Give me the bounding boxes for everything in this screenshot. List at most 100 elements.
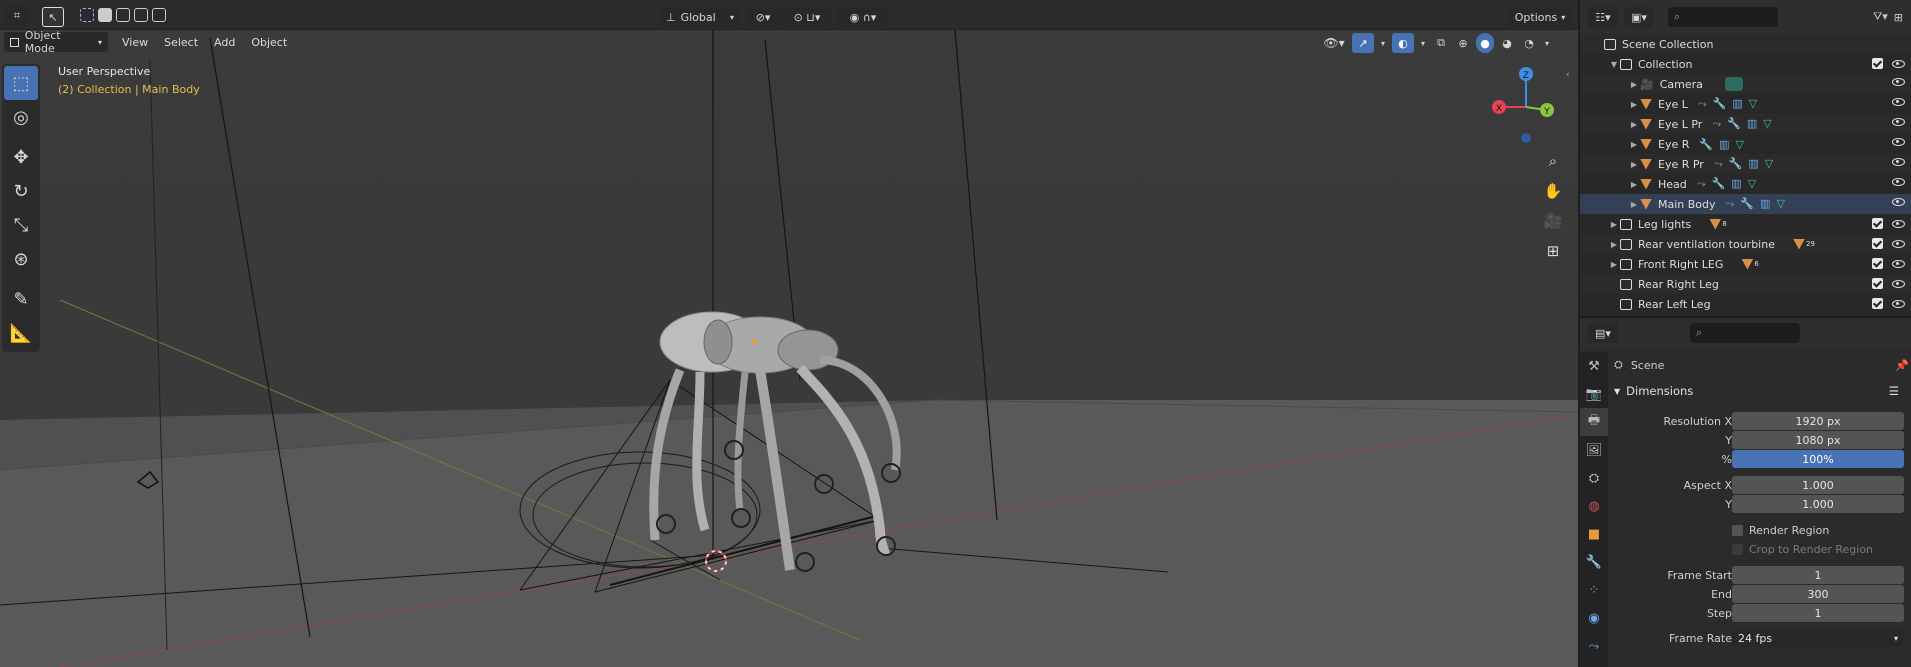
tab-render[interactable]: 📷 — [1580, 380, 1608, 408]
filter-icon[interactable]: ⛛▾ — [1873, 10, 1888, 24]
outliner-collection[interactable]: ▼ Collection — [1580, 54, 1911, 74]
exclude-checkbox[interactable] — [1872, 258, 1883, 269]
outliner-editor-type-icon[interactable]: ☷▾ — [1588, 7, 1618, 27]
mode-invert-icon[interactable] — [134, 8, 148, 22]
mode-new-icon[interactable] — [80, 8, 94, 22]
expand-arrow-icon[interactable]: ▶ — [1628, 200, 1640, 209]
editor-type-button[interactable]: ⌗ — [4, 6, 30, 26]
eye-icon[interactable] — [1892, 59, 1905, 68]
outliner-item-eye-r-pr[interactable]: ▶ Eye R Pr ⤳ 🔧 ▥ ▽ — [1580, 154, 1911, 174]
chevron-down-icon[interactable]: ▾ — [1418, 33, 1428, 53]
outliner-item-main-body[interactable]: ▶ Main Body ⤳ 🔧 ▥ ▽ — [1580, 194, 1911, 214]
snap-dropdown[interactable]: ⊙ ⊔▾ — [782, 7, 832, 27]
eye-icon[interactable] — [1892, 259, 1905, 268]
camera-view-button[interactable]: 🎥 — [1540, 208, 1566, 234]
eye-icon[interactable] — [1892, 219, 1905, 228]
aspect-x-field[interactable]: 1.000 — [1732, 476, 1904, 494]
outliner-collection-rear-right-leg[interactable]: Rear Right Leg — [1580, 274, 1911, 294]
outliner-collection-rear-ventilation[interactable]: ▶ Rear ventilation tourbine 29 — [1580, 234, 1911, 254]
menu-add[interactable]: Add — [206, 31, 243, 53]
pan-button[interactable]: ✋ — [1540, 178, 1566, 204]
mode-extend-icon[interactable] — [98, 8, 112, 22]
material-shading-icon[interactable]: ◕ — [1498, 33, 1516, 53]
rendered-shading-icon[interactable]: ◔ — [1520, 33, 1538, 53]
eye-icon[interactable] — [1892, 198, 1905, 206]
exclude-checkbox[interactable] — [1872, 58, 1883, 69]
outliner-collection-rear-left-leg[interactable]: Rear Left Leg — [1580, 294, 1911, 314]
annotate-tool-button[interactable]: ✎ — [4, 282, 38, 316]
exclude-checkbox[interactable] — [1872, 218, 1883, 229]
render-region-checkbox[interactable] — [1732, 524, 1743, 536]
new-collection-icon[interactable]: ⊞ — [1894, 11, 1903, 24]
overlay-toggle-icon[interactable]: ◐ — [1392, 33, 1414, 53]
pin-icon[interactable]: 📌 — [1895, 359, 1909, 372]
proportional-editing-dropdown[interactable]: ◉ ∩▾ — [838, 7, 888, 27]
frame-step-field[interactable]: 1 — [1732, 604, 1904, 622]
outliner-scene-collection[interactable]: Scene Collection — [1580, 34, 1911, 54]
eye-icon[interactable] — [1892, 158, 1905, 166]
menu-view[interactable]: View — [114, 31, 156, 53]
expand-arrow-icon[interactable]: ▶ — [1628, 100, 1640, 109]
chevron-down-icon[interactable]: ▾ — [1378, 33, 1388, 53]
frame-start-field[interactable]: 1 — [1732, 566, 1904, 584]
visibility-icon[interactable]: 👁▾ — [1320, 33, 1348, 53]
resolution-y-field[interactable]: 1080 px — [1732, 431, 1904, 449]
transform-tool-button[interactable]: ⊛ — [4, 242, 38, 276]
outliner-item-eye-l-pr[interactable]: ▶ Eye L Pr ⤳ 🔧 ▥ ▽ — [1580, 114, 1911, 134]
tab-tool[interactable]: ⚒ — [1580, 352, 1608, 380]
rotate-tool-button[interactable]: ↻ — [4, 174, 38, 208]
expand-arrow-icon[interactable]: ▶ — [1628, 80, 1640, 89]
frame-end-field[interactable]: 300 — [1732, 585, 1904, 603]
solid-shading-icon[interactable]: ● — [1476, 33, 1494, 53]
eye-icon[interactable] — [1892, 138, 1905, 146]
expand-arrow-icon[interactable]: ▶ — [1628, 180, 1640, 189]
frame-rate-dropdown[interactable]: 24 fps ▾ — [1732, 629, 1904, 647]
eye-icon[interactable] — [1892, 118, 1905, 126]
chevron-down-icon[interactable]: ▾ — [1542, 33, 1552, 53]
dimensions-panel-header[interactable]: ▼ Dimensions ☰ — [1614, 380, 1911, 402]
wireframe-shading-icon[interactable]: ⊕ — [1454, 33, 1472, 53]
exclude-checkbox[interactable] — [1872, 238, 1883, 249]
collapse-arrow-icon[interactable]: ▼ — [1608, 60, 1620, 69]
3d-viewport[interactable]: ⌗ ↖ ⊥ Global ▾ ⊘▾ ⊙ ⊔▾ ◉ ∩▾ Options ▾ Obj… — [0, 0, 1578, 667]
menu-select[interactable]: Select — [156, 31, 206, 53]
resolution-x-field[interactable]: 1920 px — [1732, 412, 1904, 430]
measure-tool-button[interactable]: 📐 — [4, 316, 38, 350]
expand-arrow-icon[interactable]: ▶ — [1628, 140, 1640, 149]
properties-editor-type-icon[interactable]: ▤▾ — [1588, 323, 1618, 343]
select-tool-button[interactable]: ⬚ — [4, 66, 38, 100]
outliner-item-eye-r[interactable]: ▶ Eye R 🔧 ▥ ▽ — [1580, 134, 1911, 154]
resolution-percent-slider[interactable]: 100% — [1732, 450, 1904, 468]
cursor-tool-button[interactable]: ◎ — [4, 100, 38, 134]
menu-object[interactable]: Object — [243, 31, 295, 53]
expand-arrow-icon[interactable]: ▶ — [1608, 220, 1620, 229]
orientation-dropdown[interactable]: ⊥ Global ▾ — [660, 7, 738, 27]
display-mode-icon[interactable]: ▣▾ — [1624, 7, 1654, 27]
eye-icon[interactable] — [1892, 178, 1905, 186]
select-box-tool-button[interactable]: ↖ — [42, 7, 64, 27]
gizmo-neg-z-handle[interactable] — [1521, 133, 1531, 143]
outliner-collection-front-right-leg[interactable]: ▶ Front Right LEG 6 — [1580, 254, 1911, 274]
outliner-collection-leg-lights[interactable]: ▶ Leg lights 8 — [1580, 214, 1911, 234]
expand-arrow-icon[interactable]: ▶ — [1608, 260, 1620, 269]
pivot-point-dropdown[interactable]: ⊘▾ — [746, 7, 780, 27]
zoom-button[interactable]: ⌕ — [1540, 148, 1566, 174]
presets-list-icon[interactable]: ☰ — [1889, 384, 1899, 398]
gizmo-toggle-icon[interactable]: ↗ — [1352, 33, 1374, 53]
options-dropdown[interactable]: Options ▾ — [1510, 7, 1570, 27]
mode-dropdown[interactable]: Object Mode ▾ — [4, 29, 108, 55]
eye-icon[interactable] — [1892, 78, 1905, 86]
aspect-y-field[interactable]: 1.000 — [1732, 495, 1904, 513]
move-tool-button[interactable]: ✥ — [4, 140, 38, 174]
navigation-gizmo[interactable]: Z X Y — [1486, 60, 1566, 150]
eye-icon[interactable] — [1892, 98, 1905, 106]
outliner-search-input[interactable]: ⌕ — [1668, 7, 1778, 27]
eye-icon[interactable] — [1892, 239, 1905, 248]
mode-subtract-icon[interactable] — [116, 8, 130, 22]
ortho-toggle-button[interactable]: ⊞ — [1540, 238, 1566, 264]
outliner-item-eye-l[interactable]: ▶ Eye L ⤳ 🔧 ▥ ▽ — [1580, 94, 1911, 114]
eye-icon[interactable] — [1892, 279, 1905, 288]
sidebar-toggle-icon[interactable]: ‹ — [1566, 70, 1570, 80]
outliner-item-head[interactable]: ▶ Head ⤳ 🔧 ▥ ▽ — [1580, 174, 1911, 194]
exclude-checkbox[interactable] — [1872, 278, 1883, 289]
